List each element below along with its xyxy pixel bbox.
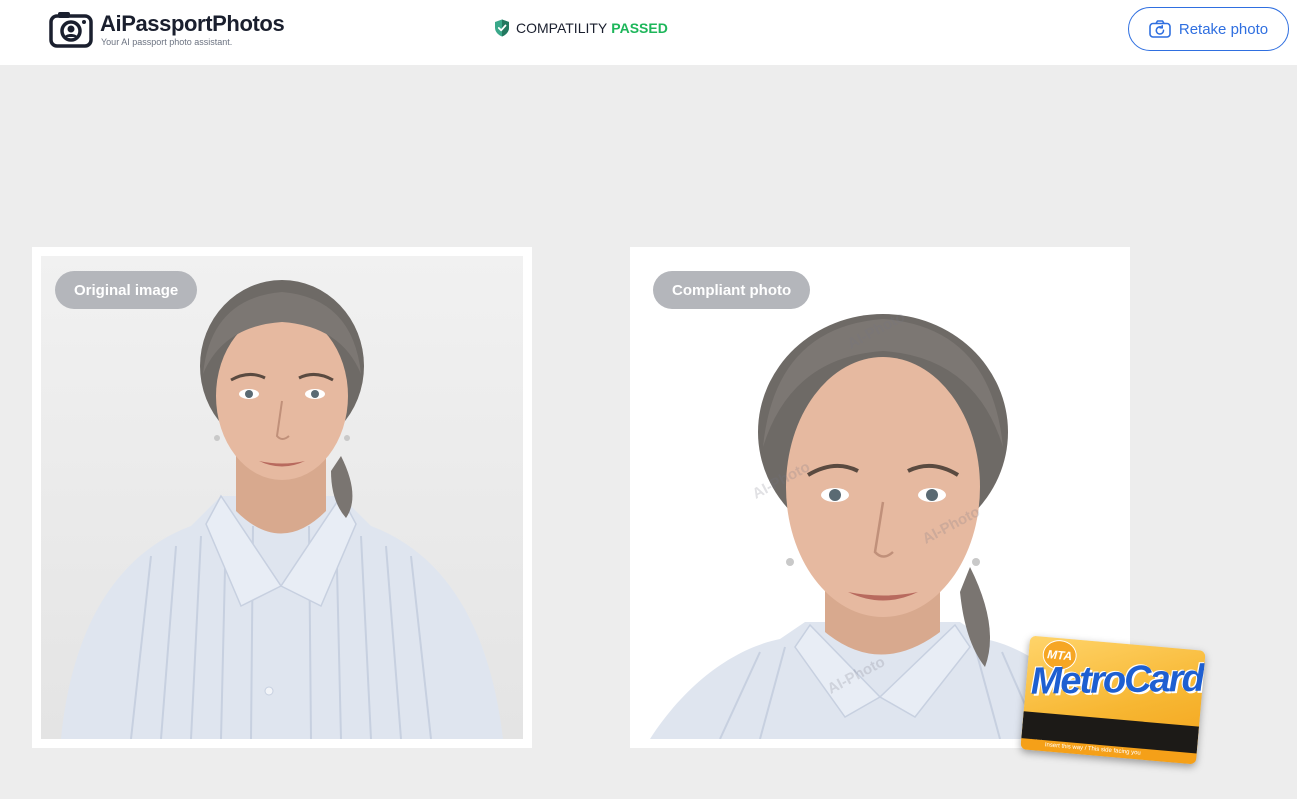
compatibility-status: COMPATILITY PASSED xyxy=(494,19,668,37)
original-photo xyxy=(41,256,523,739)
camera-logo-icon xyxy=(49,12,93,48)
retake-photo-button[interactable]: Retake photo xyxy=(1128,7,1289,51)
shield-check-icon xyxy=(495,19,509,37)
compatibility-result: PASSED xyxy=(611,20,668,36)
camera-retake-icon xyxy=(1149,20,1171,38)
original-image-card: Original image xyxy=(32,247,532,748)
original-image-badge: Original image xyxy=(55,271,198,309)
brand-title: AiPassportPhotos xyxy=(100,11,285,36)
brand-subtitle: Your AI passport photo assistant. xyxy=(101,37,233,47)
compatibility-label: COMPATILITY xyxy=(516,20,608,36)
brand-logo[interactable]: AiPassportPhotos Your AI passport photo … xyxy=(49,10,285,48)
app-header: AiPassportPhotos Your AI passport photo … xyxy=(0,0,1297,65)
compliant-photo-badge: Compliant photo xyxy=(653,271,811,309)
metrocard-sticker: MTA MetroCard ◀◀◀ Insert this way / This… xyxy=(1020,635,1206,765)
retake-photo-label: Retake photo xyxy=(1178,20,1269,38)
original-portrait-image xyxy=(61,280,503,739)
metrocard-title: MetroCard xyxy=(1030,657,1204,703)
